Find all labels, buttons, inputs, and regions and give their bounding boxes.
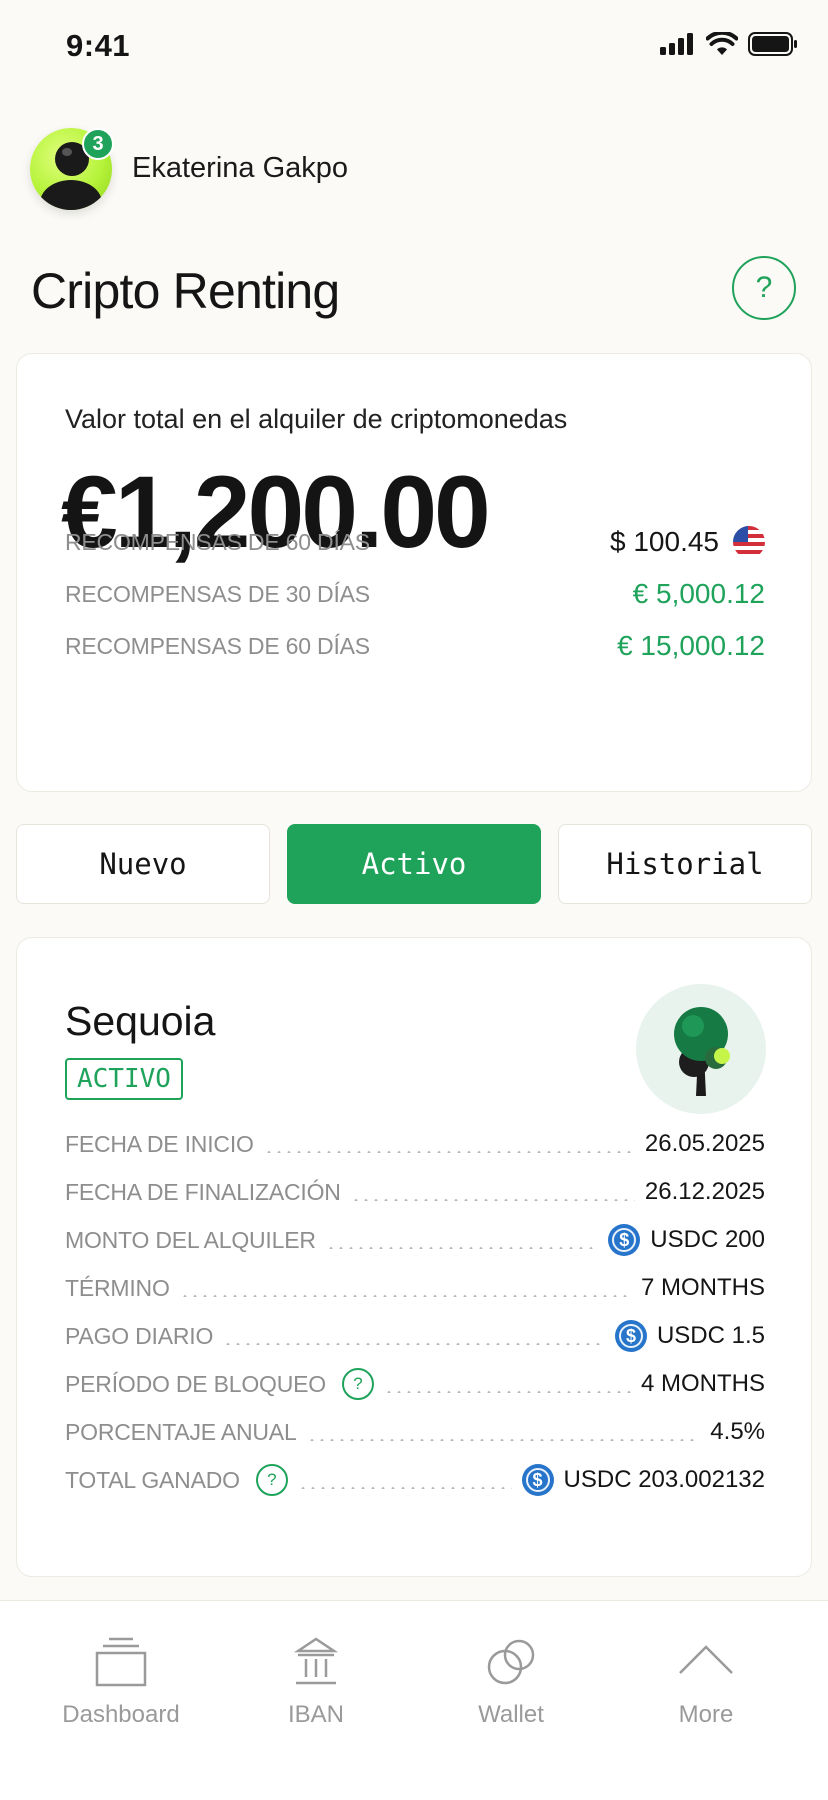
leader-dots — [350, 1199, 635, 1201]
nav-label: Wallet — [478, 1701, 544, 1728]
detail-row-lock-period: PERÍODO DE BLOQUEO ? 4 MONTHS — [65, 1364, 765, 1404]
nav-label: Dashboard — [62, 1701, 180, 1728]
row-label: FECHA DE INICIO — [65, 1130, 254, 1157]
reward-amount: $ 100.45 — [610, 526, 719, 557]
leader-dots — [306, 1439, 701, 1441]
wallet-icon — [487, 1639, 535, 1685]
nav-item-iban[interactable]: IBAN — [221, 1635, 411, 1729]
detail-row-daily-payment: PAGO DIARIO $ USDC 1.5 — [65, 1316, 765, 1356]
row-value-text: USDC 1.5 — [656, 1322, 765, 1349]
nav-item-dashboard[interactable]: Dashboard — [26, 1635, 216, 1729]
help-icon[interactable]: ? — [255, 1464, 288, 1496]
status-icons — [660, 32, 798, 56]
row-value: 4 MONTHS — [640, 1370, 765, 1397]
usdc-icon: $ — [521, 1464, 554, 1496]
leader-dots — [325, 1247, 599, 1249]
row-value: 7 MONTHS — [640, 1274, 765, 1301]
screen: 9:41 3 Ekaterina Gakpo Cripto Renting ? … — [0, 0, 828, 1800]
row-label: PAGO DIARIO — [65, 1322, 214, 1349]
row-label: FECHA DE FINALIZACIÓN — [65, 1178, 341, 1205]
detail-row-start-date: FECHA DE INICIO 26.05.2025 — [65, 1124, 765, 1164]
wifi-icon — [706, 32, 738, 55]
row-label: PERÍODO DE BLOQUEO — [65, 1370, 326, 1397]
tab-activo[interactable]: Activo — [287, 824, 541, 904]
row-value-text: USDC 200 — [650, 1226, 765, 1253]
status-time: 9:41 — [66, 28, 131, 63]
tab-historial[interactable]: Historial — [558, 824, 812, 904]
detail-row-end-date: FECHA DE FINALIZACIÓN 26.12.2025 — [65, 1172, 765, 1212]
row-label: PORCENTAJE ANUAL — [65, 1418, 297, 1445]
leader-dots — [297, 1487, 512, 1489]
nav-item-more[interactable]: More — [611, 1635, 801, 1729]
bank-icon — [293, 1637, 339, 1685]
row-value: $ USDC 203.002132 — [521, 1464, 765, 1496]
reward-row: RECOMPENSAS DE 60 DÍAS $ 100.45 — [65, 522, 765, 562]
us-flag-icon — [733, 526, 765, 558]
row-value-text: USDC 203.002132 — [563, 1466, 765, 1493]
detail-row-total-earned: TOTAL GANADO ? $ USDC 203.002132 — [65, 1460, 765, 1500]
notification-badge: 3 — [82, 128, 114, 160]
avatar-body — [40, 180, 102, 210]
row-value: 26.05.2025 — [644, 1130, 765, 1157]
row-label: TÉRMINO — [65, 1274, 170, 1301]
tab-nuevo[interactable]: Nuevo — [16, 824, 270, 904]
leader-dots — [263, 1151, 635, 1153]
dashboard-icon — [95, 1637, 147, 1687]
chevron-up-icon — [679, 1645, 733, 1674]
page-title: Cripto Renting — [31, 263, 340, 319]
status-bar: 9:41 — [0, 0, 828, 92]
leader-dots — [179, 1295, 631, 1297]
help-icon[interactable]: ? — [341, 1368, 374, 1400]
reward-label: RECOMPENSAS DE 60 DÍAS — [65, 632, 370, 659]
reward-value: $ 100.45 — [610, 526, 765, 558]
usdc-icon: $ — [608, 1224, 641, 1256]
reward-amount: € 5,000.12 — [632, 578, 765, 609]
row-label: TOTAL GANADO — [65, 1466, 240, 1493]
detail-row-annual-rate: PORCENTAJE ANUAL 4.5% — [65, 1412, 765, 1452]
nav-label: More — [678, 1701, 734, 1728]
question-icon: ? — [755, 271, 773, 304]
summary-label: Valor total en el alquiler de criptomone… — [65, 404, 568, 434]
reward-label: RECOMPENSAS DE 60 DÍAS — [65, 528, 370, 555]
leader-dots — [383, 1391, 631, 1393]
nav-label: IBAN — [287, 1701, 344, 1728]
signal-icon — [660, 33, 693, 55]
row-label: MONTO DEL ALQUILER — [65, 1226, 316, 1253]
reward-label: RECOMPENSAS DE 30 DÍAS — [65, 580, 370, 607]
user-name: Ekaterina Gakpo — [132, 152, 349, 184]
detail-row-term: TÉRMINO 7 MONTHS — [65, 1268, 765, 1308]
status-badge: ACTIVO — [65, 1058, 183, 1100]
detail-row-amount: MONTO DEL ALQUILER $ USDC 200 — [65, 1220, 765, 1260]
leader-dots — [223, 1343, 605, 1345]
bottom-nav: Dashboard IBAN Wallet More — [0, 1600, 828, 1800]
usdc-icon: $ — [614, 1320, 647, 1352]
row-value: 26.12.2025 — [644, 1178, 765, 1205]
help-button[interactable]: ? — [732, 256, 796, 320]
nav-item-wallet[interactable]: Wallet — [416, 1635, 606, 1729]
rental-name: Sequoia — [65, 998, 216, 1044]
row-value: $ USDC 1.5 — [614, 1320, 765, 1352]
battery-icon — [748, 32, 797, 56]
row-value: 4.5% — [710, 1418, 765, 1445]
reward-row: RECOMPENSAS DE 60 DÍAS € 15,000.12 — [65, 626, 765, 666]
summary-card: Valor total en el alquiler de criptomone… — [16, 353, 812, 792]
reward-row: RECOMPENSAS DE 30 DÍAS € 5,000.12 — [65, 574, 765, 614]
rental-card[interactable]: Sequoia ACTIVO FECHA DE INICIO 26.05.202… — [16, 937, 812, 1577]
row-value: $ USDC 200 — [608, 1224, 765, 1256]
tree-icon — [636, 984, 766, 1114]
reward-amount: € 15,000.12 — [617, 630, 765, 661]
